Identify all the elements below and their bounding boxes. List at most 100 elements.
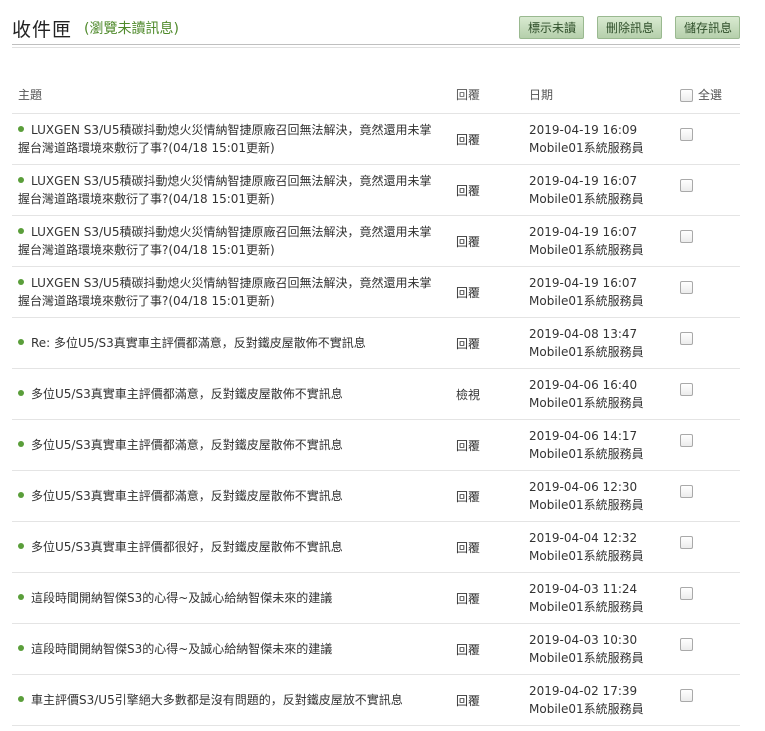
message-select-checkbox[interactable] bbox=[680, 638, 693, 651]
message-select-checkbox[interactable] bbox=[680, 332, 693, 345]
message-select-cell bbox=[680, 266, 740, 318]
message-subject[interactable]: 多位U5/S3真實車主評價都滿意，反對鐵皮屋散佈不實訊息 bbox=[31, 387, 343, 401]
message-date: 2019-04-03 11:24 bbox=[529, 582, 638, 596]
unread-dot-icon bbox=[18, 696, 24, 702]
message-list: LUXGEN S3/U5積碳抖動熄火災情納智捷原廠召回無法解決，竟然還用未掌握台… bbox=[12, 113, 740, 726]
message-action-link[interactable]: 回覆 bbox=[456, 184, 480, 198]
message-action-link[interactable]: 回覆 bbox=[456, 235, 480, 249]
message-subject[interactable]: Re: 多位U5/S3真實車主評價都滿意，反對鐵皮屋散佈不實訊息 bbox=[31, 336, 366, 350]
unread-dot-icon bbox=[18, 594, 24, 600]
message-action-cell: 回覆 bbox=[456, 623, 529, 675]
message-date-cell: 2019-04-06 14:17 Mobile01系統服務員 bbox=[529, 419, 680, 471]
message-action-link[interactable]: 回覆 bbox=[456, 337, 480, 351]
message-select-cell bbox=[680, 572, 740, 624]
message-subject[interactable]: 多位U5/S3真實車主評價都滿意，反對鐵皮屋散佈不實訊息 bbox=[31, 489, 343, 503]
message-sender: Mobile01系統服務員 bbox=[529, 396, 644, 410]
message-action-link[interactable]: 回覆 bbox=[456, 133, 480, 147]
message-date: 2019-04-02 17:39 bbox=[529, 684, 638, 698]
table-row[interactable]: 這段時間開納智傑S3的心得~及誠心給納智傑未來的建議 回覆 2019-04-03 1… bbox=[12, 623, 740, 675]
message-select-checkbox[interactable] bbox=[680, 536, 693, 549]
message-select-checkbox[interactable] bbox=[680, 179, 693, 192]
message-subject-link[interactable]: LUXGEN S3/U5積碳抖動熄火災情納智捷原廠召回無法解決，竟然還用未掌握台… bbox=[12, 172, 456, 208]
table-row[interactable]: LUXGEN S3/U5積碳抖動熄火災情納智捷原廠召回無法解決，竟然還用未掌握台… bbox=[12, 113, 740, 165]
message-action-link[interactable]: 回覆 bbox=[456, 643, 480, 657]
message-select-cell bbox=[680, 674, 740, 726]
save-message-button[interactable]: 儲存訊息 bbox=[675, 16, 740, 39]
message-subject[interactable]: 這段時間開納智傑S3的心得~及誠心給納智傑未來的建議 bbox=[31, 642, 332, 656]
message-action-cell: 回覆 bbox=[456, 572, 529, 624]
message-date-cell: 2019-04-19 16:09 Mobile01系統服務員 bbox=[529, 113, 680, 165]
delete-message-button[interactable]: 刪除訊息 bbox=[597, 16, 662, 39]
table-row[interactable]: LUXGEN S3/U5積碳抖動熄火災情納智捷原廠召回無法解決，竟然還用未掌握台… bbox=[12, 215, 740, 267]
select-all-checkbox[interactable] bbox=[680, 88, 693, 102]
message-select-cell bbox=[680, 470, 740, 522]
message-subject-link[interactable]: 多位U5/S3真實車主評價都滿意，反對鐵皮屋散佈不實訊息 bbox=[12, 487, 456, 505]
message-sender: Mobile01系統服務員 bbox=[529, 294, 644, 308]
message-sender: Mobile01系統服務員 bbox=[529, 192, 644, 206]
message-select-checkbox[interactable] bbox=[680, 434, 693, 447]
table-row[interactable]: LUXGEN S3/U5積碳抖動熄火災情納智捷原廠召回無法解決，竟然還用未掌握台… bbox=[12, 266, 740, 318]
message-date: 2019-04-06 14:17 bbox=[529, 429, 638, 443]
message-subject[interactable]: LUXGEN S3/U5積碳抖動熄火災情納智捷原廠召回無法解決，竟然還用未掌握台… bbox=[18, 225, 431, 257]
message-date: 2019-04-19 16:07 bbox=[529, 225, 638, 239]
inbox-table: 主題 回覆 日期 全選 LUXGEN S3/U5積碳抖動熄火災情納智捷原廠召回無… bbox=[12, 75, 740, 726]
message-sender: Mobile01系統服務員 bbox=[529, 498, 644, 512]
table-row[interactable]: LUXGEN S3/U5積碳抖動熄火災情納智捷原廠召回無法解決，竟然還用未掌握台… bbox=[12, 164, 740, 216]
message-action-link[interactable]: 回覆 bbox=[456, 592, 480, 606]
unread-dot-icon bbox=[18, 228, 24, 234]
unread-dot-icon bbox=[18, 441, 24, 447]
message-select-checkbox[interactable] bbox=[680, 230, 693, 243]
message-select-cell bbox=[680, 419, 740, 471]
message-subject-link[interactable]: LUXGEN S3/U5積碳抖動熄火災情納智捷原廠召回無法解決，竟然還用未掌握台… bbox=[12, 274, 456, 310]
message-select-cell bbox=[680, 215, 740, 267]
message-subject[interactable]: LUXGEN S3/U5積碳抖動熄火災情納智捷原廠召回無法解決，竟然還用未掌握台… bbox=[18, 174, 431, 206]
message-subject-link[interactable]: 這段時間開納智傑S3的心得~及誠心給納智傑未來的建議 bbox=[12, 640, 456, 658]
message-select-checkbox[interactable] bbox=[680, 587, 693, 600]
message-subject[interactable]: 多位U5/S3真實車主評價都滿意，反對鐵皮屋散佈不實訊息 bbox=[31, 438, 343, 452]
table-row[interactable]: 這段時間開納智傑S3的心得~及誠心給納智傑未來的建議 回覆 2019-04-03 1… bbox=[12, 572, 740, 624]
message-action-link[interactable]: 回覆 bbox=[456, 439, 480, 453]
message-subject[interactable]: 多位U5/S3真實車主評價都很好，反對鐵皮屋散佈不實訊息 bbox=[31, 540, 343, 554]
message-subject-link[interactable]: 多位U5/S3真實車主評價都滿意，反對鐵皮屋散佈不實訊息 bbox=[12, 436, 456, 454]
message-subject-cell: LUXGEN S3/U5積碳抖動熄火災情納智捷原廠召回無法解決，竟然還用未掌握台… bbox=[12, 164, 456, 216]
table-row[interactable]: Re: 多位U5/S3真實車主評價都滿意，反對鐵皮屋散佈不實訊息 回覆 2019-0… bbox=[12, 317, 740, 369]
table-row[interactable]: 多位U5/S3真實車主評價都滿意，反對鐵皮屋散佈不實訊息 回覆 2019-04-06… bbox=[12, 470, 740, 522]
message-action-link[interactable]: 回覆 bbox=[456, 490, 480, 504]
message-date-cell: 2019-04-02 17:39 Mobile01系統服務員 bbox=[529, 674, 680, 726]
message-action-link[interactable]: 檢視 bbox=[456, 388, 480, 402]
message-subject[interactable]: LUXGEN S3/U5積碳抖動熄火災情納智捷原廠召回無法解決，竟然還用未掌握台… bbox=[18, 123, 431, 155]
message-subject-link[interactable]: 多位U5/S3真實車主評價都很好，反對鐵皮屋散佈不實訊息 bbox=[12, 538, 456, 556]
message-subject-link[interactable]: 多位U5/S3真實車主評價都滿意，反對鐵皮屋散佈不實訊息 bbox=[12, 385, 456, 403]
message-subject[interactable]: LUXGEN S3/U5積碳抖動熄火災情納智捷原廠召回無法解決，竟然還用未掌握台… bbox=[18, 276, 431, 308]
mark-unread-button[interactable]: 標示未讀 bbox=[519, 16, 584, 39]
message-subject-link[interactable]: 這段時間開納智傑S3的心得~及誠心給納智傑未來的建議 bbox=[12, 589, 456, 607]
table-row[interactable]: 車主評價S3/U5引擎絕大多數都是沒有問題的，反對鐵皮屋放不實訊息 回覆 2019-… bbox=[12, 674, 740, 726]
message-select-checkbox[interactable] bbox=[680, 689, 693, 702]
message-sender: Mobile01系統服務員 bbox=[529, 600, 644, 614]
message-action-link[interactable]: 回覆 bbox=[456, 286, 480, 300]
message-subject-link[interactable]: LUXGEN S3/U5積碳抖動熄火災情納智捷原廠召回無法解決，竟然還用未掌握台… bbox=[12, 223, 456, 259]
message-select-checkbox[interactable] bbox=[680, 485, 693, 498]
message-action-link[interactable]: 回覆 bbox=[456, 694, 480, 708]
message-subject-link[interactable]: Re: 多位U5/S3真實車主評價都滿意，反對鐵皮屋散佈不實訊息 bbox=[12, 334, 456, 352]
message-subject[interactable]: 這段時間開納智傑S3的心得~及誠心給納智傑未來的建議 bbox=[31, 591, 332, 605]
table-row[interactable]: 多位U5/S3真實車主評價都滿意，反對鐵皮屋散佈不實訊息 檢視 2019-04-06… bbox=[12, 368, 740, 420]
message-sender: Mobile01系統服務員 bbox=[529, 141, 644, 155]
message-subject-cell: 多位U5/S3真實車主評價都滿意，反對鐵皮屋散佈不實訊息 bbox=[12, 368, 456, 420]
message-select-cell bbox=[680, 623, 740, 675]
message-subject-cell: 這段時間開納智傑S3的心得~及誠心給納智傑未來的建議 bbox=[12, 623, 456, 675]
message-date-cell: 2019-04-06 16:40 Mobile01系統服務員 bbox=[529, 368, 680, 420]
message-date-cell: 2019-04-19 16:07 Mobile01系統服務員 bbox=[529, 266, 680, 318]
message-action-link[interactable]: 回覆 bbox=[456, 541, 480, 555]
view-unread-link[interactable]: (瀏覽未讀訊息) bbox=[84, 18, 179, 38]
message-subject-link[interactable]: 車主評價S3/U5引擎絕大多數都是沒有問題的，反對鐵皮屋放不實訊息 bbox=[12, 691, 456, 709]
table-row[interactable]: 多位U5/S3真實車主評價都很好，反對鐵皮屋散佈不實訊息 回覆 2019-04-04… bbox=[12, 521, 740, 573]
message-select-checkbox[interactable] bbox=[680, 281, 693, 294]
message-date: 2019-04-03 10:30 bbox=[529, 633, 638, 647]
message-subject[interactable]: 車主評價S3/U5引擎絕大多數都是沒有問題的，反對鐵皮屋放不實訊息 bbox=[31, 693, 403, 707]
message-select-checkbox[interactable] bbox=[680, 128, 693, 141]
message-action-cell: 回覆 bbox=[456, 674, 529, 726]
message-select-checkbox[interactable] bbox=[680, 383, 693, 396]
table-row[interactable]: 多位U5/S3真實車主評價都滿意，反對鐵皮屋散佈不實訊息 回覆 2019-04-06… bbox=[12, 419, 740, 471]
message-subject-link[interactable]: LUXGEN S3/U5積碳抖動熄火災情納智捷原廠召回無法解決，竟然還用未掌握台… bbox=[12, 121, 456, 157]
